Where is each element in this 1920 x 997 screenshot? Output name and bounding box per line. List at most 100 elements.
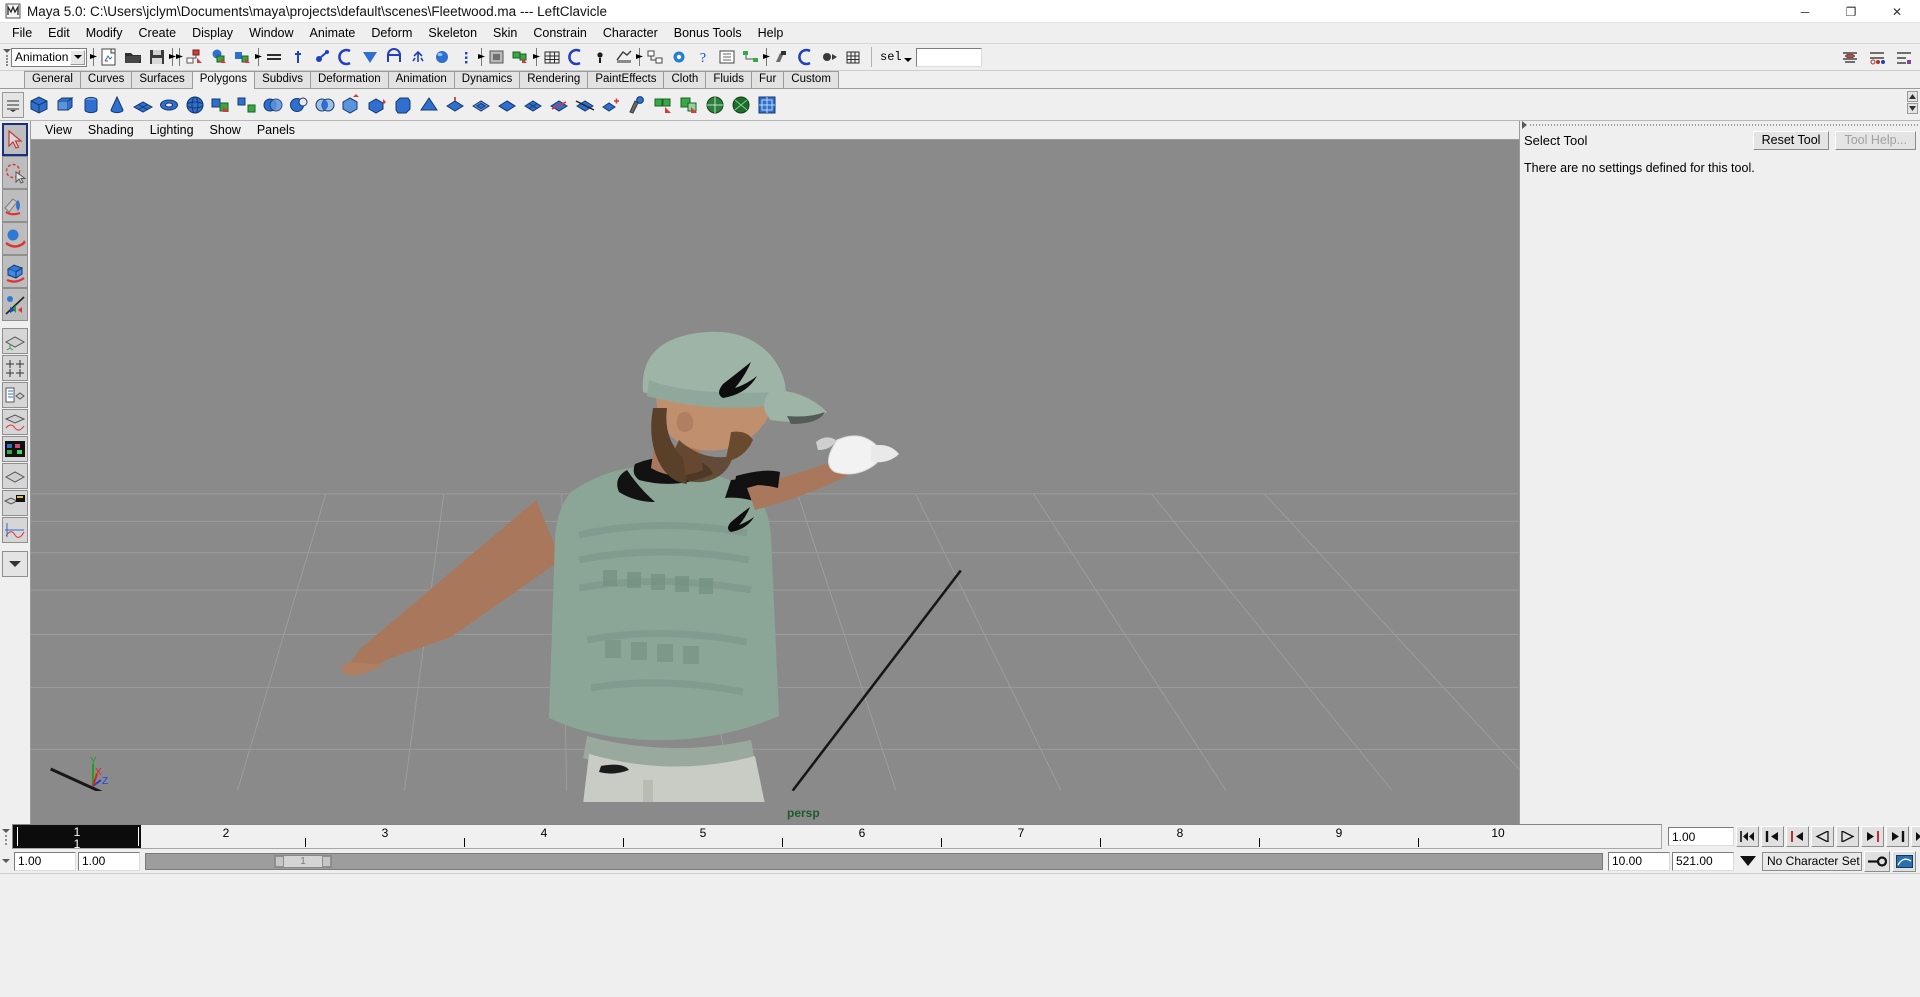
shelf-tab-fur[interactable]: Fur xyxy=(751,71,785,88)
menu-character[interactable]: Character xyxy=(595,24,666,43)
blend-shape-icon[interactable] xyxy=(819,46,841,68)
deformations-mask-icon[interactable] xyxy=(383,46,405,68)
time-slider-drag-handle[interactable] xyxy=(0,824,12,849)
paint-select-tool-button[interactable] xyxy=(2,189,28,222)
polygon-cube-alt-icon[interactable] xyxy=(53,93,77,117)
shelf-tab-painteffects[interactable]: PaintEffects xyxy=(587,71,665,88)
hypershade-icon[interactable] xyxy=(613,46,635,68)
bevel-icon[interactable] xyxy=(391,93,415,117)
status-section-divider-7[interactable] xyxy=(636,46,643,68)
selection-mask-chevron-icon[interactable] xyxy=(903,50,912,65)
range-handle-right[interactable] xyxy=(322,855,331,867)
select-by-uv-icon[interactable] xyxy=(651,93,675,117)
viewport-menu-shading[interactable]: Shading xyxy=(80,122,142,138)
viewport-menu-view[interactable]: View xyxy=(37,122,80,138)
shelf-tab-dynamics[interactable]: Dynamics xyxy=(453,71,521,88)
help-question-icon[interactable]: ? xyxy=(692,46,714,68)
layout-outliner-persp-button[interactable] xyxy=(2,382,28,408)
range-start-field[interactable]: 1.00 xyxy=(14,851,76,871)
wedge-face-icon[interactable] xyxy=(417,93,441,117)
step-back-frame-button[interactable] xyxy=(1786,826,1809,847)
status-section-divider-2[interactable] xyxy=(169,46,176,68)
toggle-hierarchy-icon[interactable] xyxy=(644,46,666,68)
layout-more-button[interactable] xyxy=(2,551,28,577)
sculpt-geometry-icon[interactable] xyxy=(625,93,649,117)
select-by-component-type-icon[interactable] xyxy=(232,46,254,68)
play-forwards-button[interactable] xyxy=(1836,826,1859,847)
smooth-icon[interactable] xyxy=(469,93,493,117)
render-view-icon[interactable] xyxy=(541,46,563,68)
cut-faces-icon[interactable] xyxy=(573,93,597,117)
menu-help[interactable]: Help xyxy=(750,24,792,43)
minimize-button[interactable]: ─ xyxy=(1782,0,1828,23)
component-mask-list-icon[interactable] xyxy=(263,46,285,68)
menu-file[interactable]: File xyxy=(4,24,40,43)
layout-persp-only-button[interactable] xyxy=(2,463,28,489)
maximize-button[interactable]: ❐ xyxy=(1828,0,1874,23)
combine-icon[interactable] xyxy=(209,93,233,117)
hypergraph-icon[interactable] xyxy=(740,46,762,68)
snap-to-grid-icon[interactable] xyxy=(486,46,508,68)
range-slider-thumb[interactable]: 1 xyxy=(274,854,332,868)
misc-mask-icon[interactable] xyxy=(455,46,477,68)
layout-persp-outliner-button[interactable] xyxy=(2,490,28,516)
triangulate-icon[interactable] xyxy=(495,93,519,117)
layout-four-view-button[interactable] xyxy=(2,355,28,381)
viewport-3d[interactable]: persp Y Z X xyxy=(31,140,1519,824)
outliner-icon[interactable] xyxy=(716,46,738,68)
current-frame-field[interactable]: 1.00 xyxy=(1668,827,1734,846)
shelf-tab-cloth[interactable]: Cloth xyxy=(663,71,707,88)
shelf-tab-custom[interactable]: Custom xyxy=(783,71,839,88)
status-section-divider-6[interactable] xyxy=(533,46,540,68)
separate-icon[interactable] xyxy=(235,93,259,117)
go-to-start-button[interactable] xyxy=(1736,826,1759,847)
new-scene-icon[interactable] xyxy=(98,46,120,68)
rotate-tool-button[interactable] xyxy=(2,255,28,288)
character-set-chevron-icon[interactable] xyxy=(1736,851,1760,872)
selection-mask-label[interactable]: sel xyxy=(880,50,902,64)
handles-mask-icon[interactable] xyxy=(287,46,309,68)
layout-persp-graph-editor-button[interactable] xyxy=(2,517,28,543)
status-section-divider-5[interactable] xyxy=(478,46,485,68)
animation-preferences-icon[interactable] xyxy=(1892,850,1916,872)
animation-start-field[interactable]: 1.00 xyxy=(78,851,140,871)
paint-skin-weights-icon[interactable] xyxy=(771,46,793,68)
automatic-mapping-icon[interactable] xyxy=(755,93,779,117)
tool-help-button[interactable]: Tool Help... xyxy=(1835,130,1916,150)
polygon-torus-icon[interactable] xyxy=(157,93,181,117)
shelf-options-button[interactable] xyxy=(2,91,24,118)
menu-animate[interactable]: Animate xyxy=(302,24,364,43)
boolean-union-icon[interactable] xyxy=(261,93,285,117)
show-hide-tool-settings-icon[interactable] xyxy=(1893,47,1915,69)
range-slider[interactable]: 1 xyxy=(145,852,1603,870)
polygon-cylinder-icon[interactable] xyxy=(79,93,103,117)
show-hide-attribute-editor-icon[interactable] xyxy=(1866,47,1888,69)
attribute-editor-icon[interactable] xyxy=(668,46,690,68)
lattice-icon[interactable] xyxy=(843,46,865,68)
render-globals-icon[interactable] xyxy=(589,46,611,68)
uv-texture-editor-icon[interactable] xyxy=(677,93,701,117)
status-line-drag-handle[interactable] xyxy=(2,45,11,69)
quadrangulate-icon[interactable] xyxy=(521,93,545,117)
time-slider[interactable]: 1 2 3 4 5 6 7 8 9 10 1 1 xyxy=(12,824,1662,851)
shelf-scroll-down-icon[interactable] xyxy=(1907,103,1918,114)
save-scene-icon[interactable] xyxy=(146,46,168,68)
step-forward-keyframe-button[interactable] xyxy=(1886,826,1909,847)
surfaces-mask-icon[interactable] xyxy=(359,46,381,68)
layout-single-perspective-button[interactable] xyxy=(2,328,28,354)
shelf-scroll-up-icon[interactable] xyxy=(1907,91,1918,102)
rendering-mask-icon[interactable] xyxy=(431,46,453,68)
menu-edit[interactable]: Edit xyxy=(40,24,78,43)
menu-deform[interactable]: Deform xyxy=(363,24,420,43)
menu-window[interactable]: Window xyxy=(241,24,301,43)
character-set-field[interactable]: No Character Set xyxy=(1762,851,1862,871)
shelf-tab-surfaces[interactable]: Surfaces xyxy=(131,71,193,88)
status-section-divider-3[interactable] xyxy=(176,46,183,68)
layout-hypergraph-button[interactable] xyxy=(2,436,28,462)
polygon-cone-icon[interactable] xyxy=(105,93,129,117)
reset-tool-button[interactable]: Reset Tool xyxy=(1752,130,1830,150)
menu-display[interactable]: Display xyxy=(184,24,241,43)
ipr-render-icon[interactable] xyxy=(565,46,587,68)
viewport-menu-show[interactable]: Show xyxy=(202,122,249,138)
menu-constrain[interactable]: Constrain xyxy=(525,24,595,43)
